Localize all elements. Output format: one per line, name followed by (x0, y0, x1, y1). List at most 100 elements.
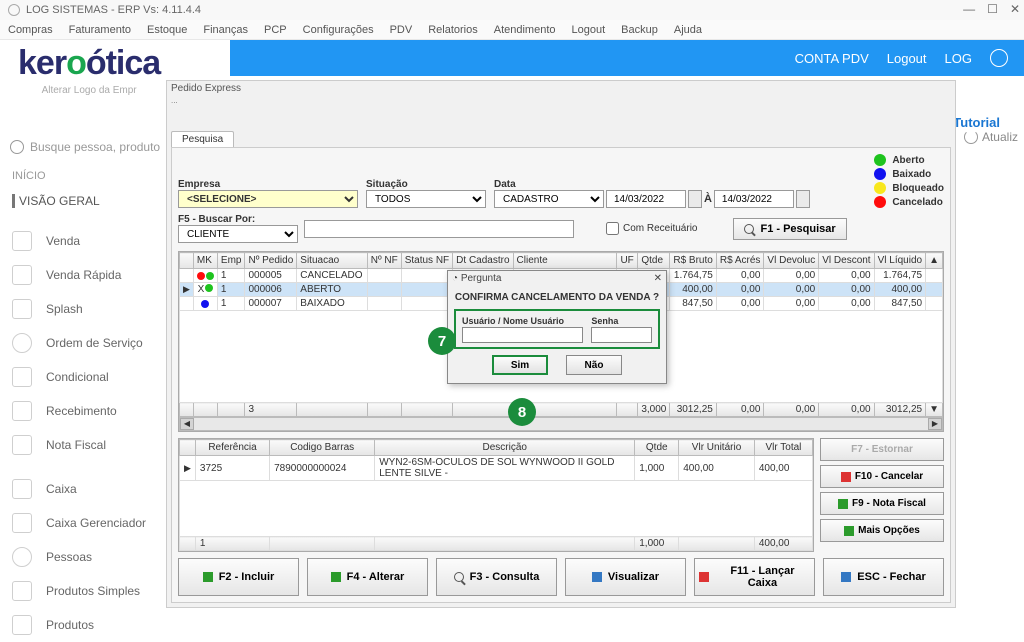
sidebar-item-produtos[interactable]: Produtos (12, 608, 230, 642)
col-status[interactable]: Status NF (401, 253, 452, 269)
lancar-caixa-button[interactable]: F11 - Lançar Caixa (694, 558, 815, 596)
dcol-vu[interactable]: Vlr Unitário (679, 440, 755, 456)
menu-item[interactable]: Finanças (203, 24, 248, 36)
logo-part2: o (66, 44, 86, 82)
menu-item[interactable]: Logout (572, 24, 606, 36)
logout-link[interactable]: Logout (887, 51, 927, 66)
empresa-label: Empresa (178, 179, 358, 190)
nao-button[interactable]: Não (566, 355, 622, 375)
menu-item[interactable]: Configurações (303, 24, 374, 36)
logo-subtitle[interactable]: Alterar Logo da Empr (18, 85, 160, 96)
estornar-button[interactable]: F7 - Estornar (820, 438, 944, 461)
col-dt[interactable]: Dt Cadastro (453, 253, 513, 269)
date-from-picker-icon[interactable] (688, 190, 702, 208)
logo-part1: ker (18, 44, 66, 82)
menu-item[interactable]: PCP (264, 24, 287, 36)
user-avatar-icon[interactable] (990, 49, 1008, 67)
maximize-icon[interactable]: ☐ (987, 2, 998, 16)
sim-button[interactable]: Sim (492, 355, 548, 375)
col-desc[interactable]: Vl Descont (819, 253, 874, 269)
col-cliente[interactable]: Cliente (513, 253, 617, 269)
date-from-input[interactable] (606, 190, 686, 208)
menu-item[interactable]: Relatorios (428, 24, 478, 36)
menu-item[interactable]: Compras (8, 24, 53, 36)
dcol-vt[interactable]: Vlr Total (754, 440, 812, 456)
modal-subtitle: ... (167, 96, 955, 107)
detail-grid[interactable]: Referência Codigo Barras Descrição Qtde … (178, 438, 814, 552)
box-icon (12, 581, 32, 601)
detail-row[interactable]: ▶ 3725 7890000000024 WYN2-6SM-OCULOS DE … (180, 456, 813, 481)
cancelar-button[interactable]: F10 - Cancelar (820, 465, 944, 488)
minus-icon (841, 472, 851, 482)
col-emp[interactable]: Emp (217, 253, 245, 269)
alterar-button[interactable]: F4 - Alterar (307, 558, 428, 596)
edit-icon (331, 572, 341, 582)
situacao-select[interactable]: TODOS (366, 190, 486, 208)
pesquisar-button[interactable]: F1 - Pesquisar (733, 218, 846, 240)
close-icon[interactable]: ✕ (1010, 2, 1020, 16)
buscar-select[interactable]: CLIENTE (178, 225, 298, 243)
dialog-close-icon[interactable]: ✕ (654, 273, 662, 284)
app-icon (8, 4, 20, 16)
empresa-select[interactable]: <SELECIONE> (178, 190, 358, 208)
menu-item[interactable]: PDV (390, 24, 413, 36)
wrench-icon (12, 333, 32, 353)
people-icon (12, 513, 32, 533)
plus-icon (844, 526, 854, 536)
col-devol[interactable]: Vl Devoluc (764, 253, 819, 269)
dcol-ref[interactable]: Referência (195, 440, 269, 456)
register-icon (12, 479, 32, 499)
buscar-input[interactable] (304, 220, 574, 238)
receituario-checkbox[interactable]: Com Receituário (606, 222, 697, 235)
log-link[interactable]: LOG (945, 51, 972, 66)
col-bruto[interactable]: R$ Bruto (670, 253, 716, 269)
search-icon (454, 572, 464, 582)
dcol-cb[interactable]: Codigo Barras (270, 440, 375, 456)
menu-item[interactable]: Backup (621, 24, 658, 36)
menu-item[interactable]: Estoque (147, 24, 187, 36)
col-pedido[interactable]: Nº Pedido (245, 253, 297, 269)
date-sep: À (704, 193, 712, 205)
status-dot-cancelado-icon (874, 196, 886, 208)
os-title-bar: LOG SISTEMAS - ERP Vs: 4.11.4.4 (0, 0, 1024, 20)
refresh-icon (964, 130, 978, 144)
dcol-desc[interactable]: Descrição (375, 440, 635, 456)
search-icon (10, 140, 24, 154)
menu-item[interactable]: Ajuda (674, 24, 702, 36)
menu-item[interactable]: Atendimento (494, 24, 556, 36)
fechar-button[interactable]: ESC - Fechar (823, 558, 944, 596)
col-liq[interactable]: Vl Líquido (874, 253, 925, 269)
col-uf[interactable]: UF (617, 253, 638, 269)
minimize-icon[interactable]: — (963, 2, 975, 16)
app-menu: Compras Faturamento Estoque Finanças PCP… (0, 20, 1024, 40)
tutorial-link[interactable]: Tutorial (953, 115, 1000, 130)
data-label: Data (494, 179, 810, 190)
menu-item[interactable]: Faturamento (69, 24, 131, 36)
col-acres[interactable]: R$ Acrés (716, 253, 764, 269)
dcol-q[interactable]: Qtde (635, 440, 679, 456)
incluir-button[interactable]: F2 - Incluir (178, 558, 299, 596)
tab-pesquisa[interactable]: Pesquisa (171, 131, 234, 147)
refresh-button[interactable]: Atualiz (964, 130, 1018, 144)
col-mk[interactable]: MK (193, 253, 217, 269)
h-scrollbar[interactable]: ◀▶ (179, 417, 943, 431)
nota-fiscal-button[interactable]: F9 - Nota Fiscal (820, 492, 944, 515)
data-select[interactable]: CADASTRO (494, 190, 604, 208)
detail-totals: 1 1,000400,00 (180, 537, 813, 551)
exit-icon (841, 572, 851, 582)
status-legend: Aberto Baixado Bloqueado Cancelado (874, 154, 944, 208)
col-situacao[interactable]: Situacao (297, 253, 367, 269)
col-qtde[interactable]: Qtde (638, 253, 670, 269)
user-label: Usuário / Nome Usuário (462, 316, 564, 326)
date-to-input[interactable] (714, 190, 794, 208)
conta-pdv-link[interactable]: CONTA PDV (795, 51, 869, 66)
user-input[interactable] (462, 327, 583, 343)
date-to-picker-icon[interactable] (796, 190, 810, 208)
mais-opcoes-button[interactable]: Mais Opções (820, 519, 944, 542)
password-input[interactable] (591, 327, 652, 343)
window-controls: — ☐ ✕ (963, 2, 1020, 16)
col-ptr (180, 253, 194, 269)
consulta-button[interactable]: F3 - Consulta (436, 558, 557, 596)
visualizar-button[interactable]: Visualizar (565, 558, 686, 596)
col-nf[interactable]: Nº NF (367, 253, 401, 269)
